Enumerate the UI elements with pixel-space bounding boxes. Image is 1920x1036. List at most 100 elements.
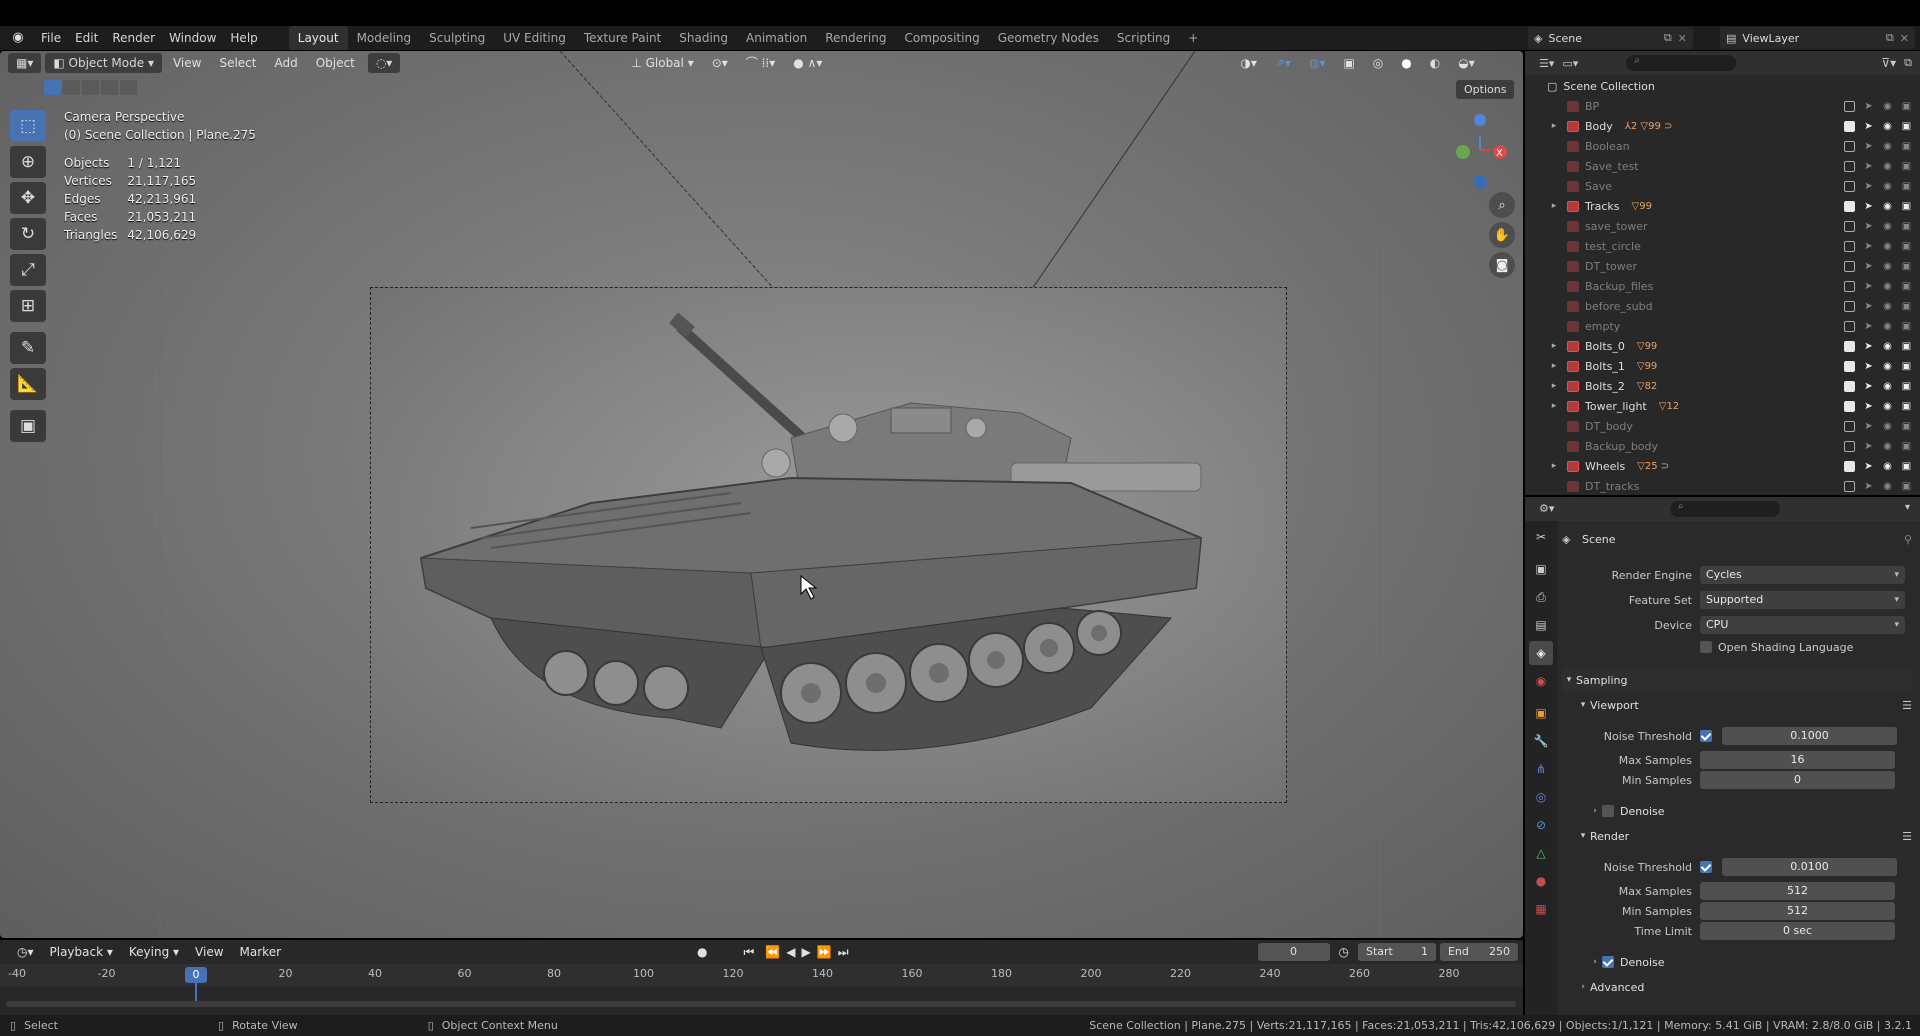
- expand-arrow-icon[interactable]: ▸: [1547, 361, 1561, 371]
- render-max-samples-field[interactable]: 512: [1700, 882, 1895, 900]
- select-arrow-icon[interactable]: ➤: [1863, 321, 1874, 332]
- exclude-checkbox[interactable]: [1844, 400, 1855, 412]
- delete-scene-icon[interactable]: ✕: [1678, 32, 1687, 45]
- menu-render[interactable]: Render: [105, 26, 162, 50]
- outliner-row[interactable]: ▸ Tracks ▽99 ➤ ◉ ▣: [1525, 196, 1920, 216]
- eye-icon[interactable]: ◉: [1882, 221, 1893, 232]
- outliner-row[interactable]: ▸ Bolts_1 ▽99 ➤ ◉ ▣: [1525, 356, 1920, 376]
- exclude-checkbox[interactable]: [1844, 140, 1855, 152]
- outliner-row[interactable]: ▸ Bolts_0 ▽99 ➤ ◉ ▣: [1525, 336, 1920, 356]
- preset-list-icon[interactable]: ☰: [1902, 699, 1912, 712]
- data-tab-icon[interactable]: △: [1529, 841, 1553, 865]
- axis-gizmo-icon[interactable]: X: [1430, 108, 1520, 198]
- exclude-checkbox[interactable]: [1844, 440, 1855, 452]
- display-mode-icon[interactable]: ▭▾: [1562, 57, 1578, 70]
- select-arrow-icon[interactable]: ➤: [1863, 281, 1874, 292]
- exclude-checkbox[interactable]: [1844, 200, 1855, 212]
- outliner-row[interactable]: Save_test ➤ ◉ ▣: [1525, 156, 1920, 176]
- camera-icon[interactable]: ▣: [1901, 381, 1912, 392]
- next-keyframe-icon[interactable]: ⏩: [815, 942, 834, 962]
- pivot-point-icon[interactable]: ⊙▾: [705, 53, 735, 73]
- eye-icon[interactable]: ◉: [1882, 461, 1893, 472]
- transform-pivot-button[interactable]: ◌▾: [367, 53, 401, 73]
- device-dropdown[interactable]: CPU ▾: [1700, 616, 1905, 634]
- start-frame-field[interactable]: Start 1: [1357, 943, 1436, 961]
- prev-keyframe-icon[interactable]: ⏪: [763, 942, 782, 962]
- outliner-row[interactable]: DT_tower ➤ ◉ ▣: [1525, 256, 1920, 276]
- select-arrow-icon[interactable]: ➤: [1863, 221, 1874, 232]
- eye-icon[interactable]: ◉: [1882, 341, 1893, 352]
- select-arrow-icon[interactable]: ➤: [1863, 421, 1874, 432]
- shading-rendered-icon[interactable]: ◒▾: [1451, 53, 1482, 73]
- tab-scripting[interactable]: Scripting: [1108, 26, 1179, 50]
- menu-keying[interactable]: Keying ▾: [122, 942, 186, 962]
- physics-tab-icon[interactable]: ◎: [1529, 785, 1553, 809]
- tab-geometry-nodes[interactable]: Geometry Nodes: [989, 26, 1108, 50]
- camera-icon[interactable]: ▣: [1901, 301, 1912, 312]
- select-arrow-icon[interactable]: ➤: [1863, 181, 1874, 192]
- preset-list-icon[interactable]: ☰: [1902, 830, 1912, 843]
- outliner-row[interactable]: save_tower ➤ ◉ ▣: [1525, 216, 1920, 236]
- tab-layout[interactable]: Layout: [288, 26, 348, 50]
- outliner-row[interactable]: BP ➤ ◉ ▣: [1525, 96, 1920, 116]
- select-invert-icon[interactable]: [101, 80, 118, 95]
- eye-icon[interactable]: ◉: [1882, 421, 1893, 432]
- viewport-max-samples-field[interactable]: 16: [1700, 751, 1895, 769]
- outliner-row[interactable]: ▸ Bolts_2 ▽82 ➤ ◉ ▣: [1525, 376, 1920, 396]
- camera-icon[interactable]: ▣: [1901, 441, 1912, 452]
- texture-tab-icon[interactable]: ▦: [1529, 897, 1553, 921]
- menu-help[interactable]: Help: [223, 26, 264, 50]
- eye-icon[interactable]: ◉: [1882, 261, 1893, 272]
- expand-arrow-icon[interactable]: ▸: [1547, 341, 1561, 351]
- tab-compositing[interactable]: Compositing: [895, 26, 988, 50]
- add-cube-tool-icon[interactable]: ▣: [10, 410, 46, 442]
- outliner-search-input[interactable]: ⌕: [1626, 55, 1737, 71]
- select-arrow-icon[interactable]: ➤: [1863, 121, 1874, 132]
- menu-object[interactable]: Object: [309, 53, 362, 73]
- render-noise-threshold-checkbox[interactable]: [1700, 861, 1712, 873]
- camera-icon[interactable]: ▣: [1901, 121, 1912, 132]
- camera-icon[interactable]: ▣: [1901, 421, 1912, 432]
- snap-icon[interactable]: ⌒ ⁞⁞▾: [739, 53, 782, 73]
- exclude-checkbox[interactable]: [1844, 420, 1855, 432]
- scene-collection-row[interactable]: ▢ Scene Collection: [1525, 76, 1920, 96]
- exclude-checkbox[interactable]: [1844, 160, 1855, 172]
- shading-material-icon[interactable]: ◐: [1423, 53, 1447, 73]
- tab-modeling[interactable]: Modeling: [348, 26, 421, 50]
- exclude-checkbox[interactable]: [1844, 220, 1855, 232]
- tab-texture-paint[interactable]: Texture Paint: [575, 26, 670, 50]
- viewport-noise-threshold-field[interactable]: 0.1000: [1722, 727, 1897, 745]
- eye-icon[interactable]: ◉: [1882, 401, 1893, 412]
- eye-icon[interactable]: ◉: [1882, 361, 1893, 372]
- menu-window[interactable]: Window: [162, 26, 223, 50]
- eye-icon[interactable]: ◉: [1882, 181, 1893, 192]
- shading-wireframe-icon[interactable]: ◎: [1366, 53, 1390, 73]
- menu-file[interactable]: File: [34, 26, 68, 50]
- menu-marker[interactable]: Marker: [233, 942, 288, 962]
- eye-icon[interactable]: ◉: [1882, 441, 1893, 452]
- viewport-denoise-checkbox[interactable]: [1602, 805, 1614, 817]
- jump-start-icon[interactable]: ⏮: [737, 942, 762, 962]
- outliner-row[interactable]: before_subd ➤ ◉ ▣: [1525, 296, 1920, 316]
- exclude-checkbox[interactable]: [1844, 340, 1855, 352]
- rotate-tool-icon[interactable]: ↻: [10, 218, 46, 250]
- timeline-ruler[interactable]: -40 -20 0 20 40 60 80 100 120 140 160 180 200 220 240 2…: [0, 964, 1523, 1005]
- viewlayer-selector[interactable]: ▤ ViewLayer ⧉ ✕: [1720, 27, 1915, 49]
- playhead-frame-indicator[interactable]: 0: [185, 967, 207, 983]
- exclude-checkbox[interactable]: [1844, 360, 1855, 372]
- end-frame-field[interactable]: End 250: [1439, 943, 1518, 961]
- tab-rendering[interactable]: Rendering: [816, 26, 895, 50]
- camera-icon[interactable]: ▣: [1901, 161, 1912, 172]
- pan-hand-icon[interactable]: ✋: [1489, 222, 1515, 248]
- camera-icon[interactable]: ▣: [1901, 401, 1912, 412]
- new-collection-icon[interactable]: ⧉: [1904, 56, 1912, 70]
- camera-view-icon[interactable]: ◙: [1489, 252, 1515, 278]
- render-engine-dropdown[interactable]: Cycles ▾: [1700, 566, 1905, 584]
- outliner-row[interactable]: empty ➤ ◉ ▣: [1525, 316, 1920, 336]
- select-arrow-icon[interactable]: ➤: [1863, 141, 1874, 152]
- select-arrow-icon[interactable]: ➤: [1863, 241, 1874, 252]
- render-time-limit-field[interactable]: 0 sec: [1700, 922, 1895, 940]
- expand-arrow-icon[interactable]: ▸: [1547, 461, 1561, 471]
- eye-icon[interactable]: ◉: [1882, 321, 1893, 332]
- eye-icon[interactable]: ◉: [1882, 201, 1893, 212]
